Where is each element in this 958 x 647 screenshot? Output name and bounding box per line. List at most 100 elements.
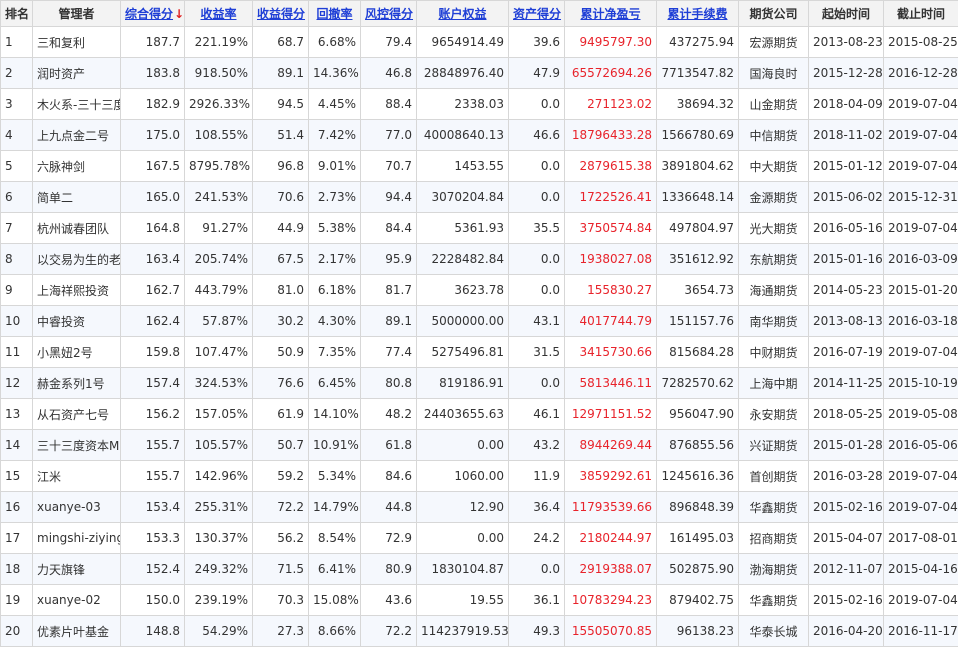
column-header-label[interactable]: 收益得分 (257, 7, 305, 21)
cell-start: 2015-01-16 (809, 244, 884, 275)
cell-end: 2015-10-19 (884, 368, 958, 399)
cell-total-score: 153.3 (121, 523, 185, 554)
column-header-label[interactable]: 累计手续费 (667, 7, 727, 21)
table-row[interactable]: 4上九点金二号175.0108.55%51.47.42%77.040008640… (1, 120, 958, 151)
table-row[interactable]: 17mingshi-ziying153.3130.37%56.28.54%72.… (1, 523, 958, 554)
cell-rank: 5 (1, 151, 33, 182)
column-header-label[interactable]: 资产得分 (513, 7, 561, 21)
cell-fees: 38694.32 (657, 89, 739, 120)
cell-asset-score: 49.3 (509, 616, 565, 647)
cell-start: 2016-07-19 (809, 337, 884, 368)
cell-asset-score: 36.4 (509, 492, 565, 523)
table-row[interactable]: 15江米155.7142.96%59.25.34%84.61060.0011.9… (1, 461, 958, 492)
cell-rank: 11 (1, 337, 33, 368)
table-row[interactable]: 16xuanye-03153.4255.31%72.214.79%44.812.… (1, 492, 958, 523)
cell-broker: 中大期货 (739, 151, 809, 182)
cell-drawdown: 10.91% (309, 430, 361, 461)
column-header-return-score[interactable]: 收益得分 (253, 1, 309, 27)
table-row[interactable]: 5六脉神剑167.58795.78%96.89.01%70.71453.550.… (1, 151, 958, 182)
table-row[interactable]: 12赫金系列1号157.4324.53%76.66.45%80.8819186.… (1, 368, 958, 399)
cell-net-profit: 15505070.85 (565, 616, 657, 647)
cell-end: 2019-07-04 (884, 337, 958, 368)
table-row[interactable]: 10中睿投资162.457.87%30.24.30%89.15000000.00… (1, 306, 958, 337)
cell-net-profit: 5813446.11 (565, 368, 657, 399)
cell-net-profit: 1938027.08 (565, 244, 657, 275)
cell-end: 2016-05-06 (884, 430, 958, 461)
table-row[interactable]: 2润时资产183.8918.50%89.114.36%46.828848976.… (1, 58, 958, 89)
cell-drawdown: 6.45% (309, 368, 361, 399)
cell-equity: 40008640.13 (417, 120, 509, 151)
cell-manager: 优素片叶基金 (33, 616, 121, 647)
cell-total-score: 159.8 (121, 337, 185, 368)
column-header-total-score[interactable]: 综合得分↓ (121, 1, 185, 27)
cell-rank: 4 (1, 120, 33, 151)
table-row[interactable]: 3木火系-三十三度182.92926.33%94.54.45%88.42338.… (1, 89, 958, 120)
column-header-label[interactable]: 账户权益 (438, 7, 486, 21)
column-header-risk-score[interactable]: 风控得分 (361, 1, 417, 27)
cell-fees: 502875.90 (657, 554, 739, 585)
cell-equity: 114237919.53 (417, 616, 509, 647)
cell-return-score: 67.5 (253, 244, 309, 275)
column-header-equity[interactable]: 账户权益 (417, 1, 509, 27)
cell-return-score: 68.7 (253, 27, 309, 58)
cell-asset-score: 47.9 (509, 58, 565, 89)
cell-broker: 首创期货 (739, 461, 809, 492)
table-row[interactable]: 19xuanye-02150.0239.19%70.315.08%43.619.… (1, 585, 958, 616)
cell-equity: 1830104.87 (417, 554, 509, 585)
cell-total-score: 164.8 (121, 213, 185, 244)
table-row[interactable]: 1三和复利187.7221.19%68.76.68%79.49654914.49… (1, 27, 958, 58)
cell-risk-score: 44.8 (361, 492, 417, 523)
cell-start: 2013-08-23 (809, 27, 884, 58)
cell-start: 2015-01-12 (809, 151, 884, 182)
cell-asset-score: 0.0 (509, 554, 565, 585)
cell-manager: 杭州诚春团队 (33, 213, 121, 244)
cell-net-profit: 65572694.26 (565, 58, 657, 89)
column-header-label[interactable]: 收益率 (200, 7, 236, 21)
cell-rank: 2 (1, 58, 33, 89)
cell-net-profit: 3415730.66 (565, 337, 657, 368)
column-header-drawdown[interactable]: 回撤率 (309, 1, 361, 27)
cell-total-score: 156.2 (121, 399, 185, 430)
table-row[interactable]: 20优素片叶基金148.854.29%27.38.66%72.211423791… (1, 616, 958, 647)
column-header-label[interactable]: 累计净盈亏 (580, 7, 640, 21)
cell-asset-score: 43.2 (509, 430, 565, 461)
table-row[interactable]: 13从石资产七号156.2157.05%61.914.10%48.2244036… (1, 399, 958, 430)
cell-drawdown: 14.10% (309, 399, 361, 430)
cell-total-score: 162.4 (121, 306, 185, 337)
cell-fees: 1566780.69 (657, 120, 739, 151)
table-row[interactable]: 7杭州诚春团队164.891.27%44.95.38%84.45361.9335… (1, 213, 958, 244)
cell-equity: 12.90 (417, 492, 509, 523)
table-row[interactable]: 8以交易为生的老163.4205.74%67.52.17%95.92228482… (1, 244, 958, 275)
table-row[interactable]: 18力天旗锋152.4249.32%71.56.41%80.91830104.8… (1, 554, 958, 585)
column-header-net-profit[interactable]: 累计净盈亏 (565, 1, 657, 27)
column-header-label: 期货公司 (749, 7, 797, 21)
table-row[interactable]: 14三十三度资本Mr155.7105.57%50.710.91%61.80.00… (1, 430, 958, 461)
column-header-end: 截止时间 (884, 1, 958, 27)
cell-return-rate: 255.31% (185, 492, 253, 523)
cell-rank: 8 (1, 244, 33, 275)
column-header-asset-score[interactable]: 资产得分 (509, 1, 565, 27)
cell-manager: 力天旗锋 (33, 554, 121, 585)
column-header-label[interactable]: 综合得分 (125, 7, 173, 21)
column-header-label[interactable]: 风控得分 (365, 7, 413, 21)
cell-net-profit: 10783294.23 (565, 585, 657, 616)
cell-asset-score: 46.6 (509, 120, 565, 151)
column-header-label[interactable]: 回撤率 (316, 7, 352, 21)
cell-total-score: 157.4 (121, 368, 185, 399)
column-header-fees[interactable]: 累计手续费 (657, 1, 739, 27)
cell-fees: 7282570.62 (657, 368, 739, 399)
table-row[interactable]: 11小黑妞2号159.8107.47%50.97.35%77.45275496.… (1, 337, 958, 368)
sort-desc-icon[interactable]: ↓ (174, 7, 184, 21)
column-header-return-rate[interactable]: 收益率 (185, 1, 253, 27)
cell-risk-score: 94.4 (361, 182, 417, 213)
cell-return-rate: 324.53% (185, 368, 253, 399)
cell-fees: 896848.39 (657, 492, 739, 523)
cell-asset-score: 36.1 (509, 585, 565, 616)
table-row[interactable]: 6简单二165.0241.53%70.62.73%94.43070204.840… (1, 182, 958, 213)
cell-rank: 1 (1, 27, 33, 58)
cell-drawdown: 6.41% (309, 554, 361, 585)
table-row[interactable]: 9上海祥熙投资162.7443.79%81.06.18%81.73623.780… (1, 275, 958, 306)
cell-return-score: 70.3 (253, 585, 309, 616)
cell-risk-score: 61.8 (361, 430, 417, 461)
cell-drawdown: 6.18% (309, 275, 361, 306)
